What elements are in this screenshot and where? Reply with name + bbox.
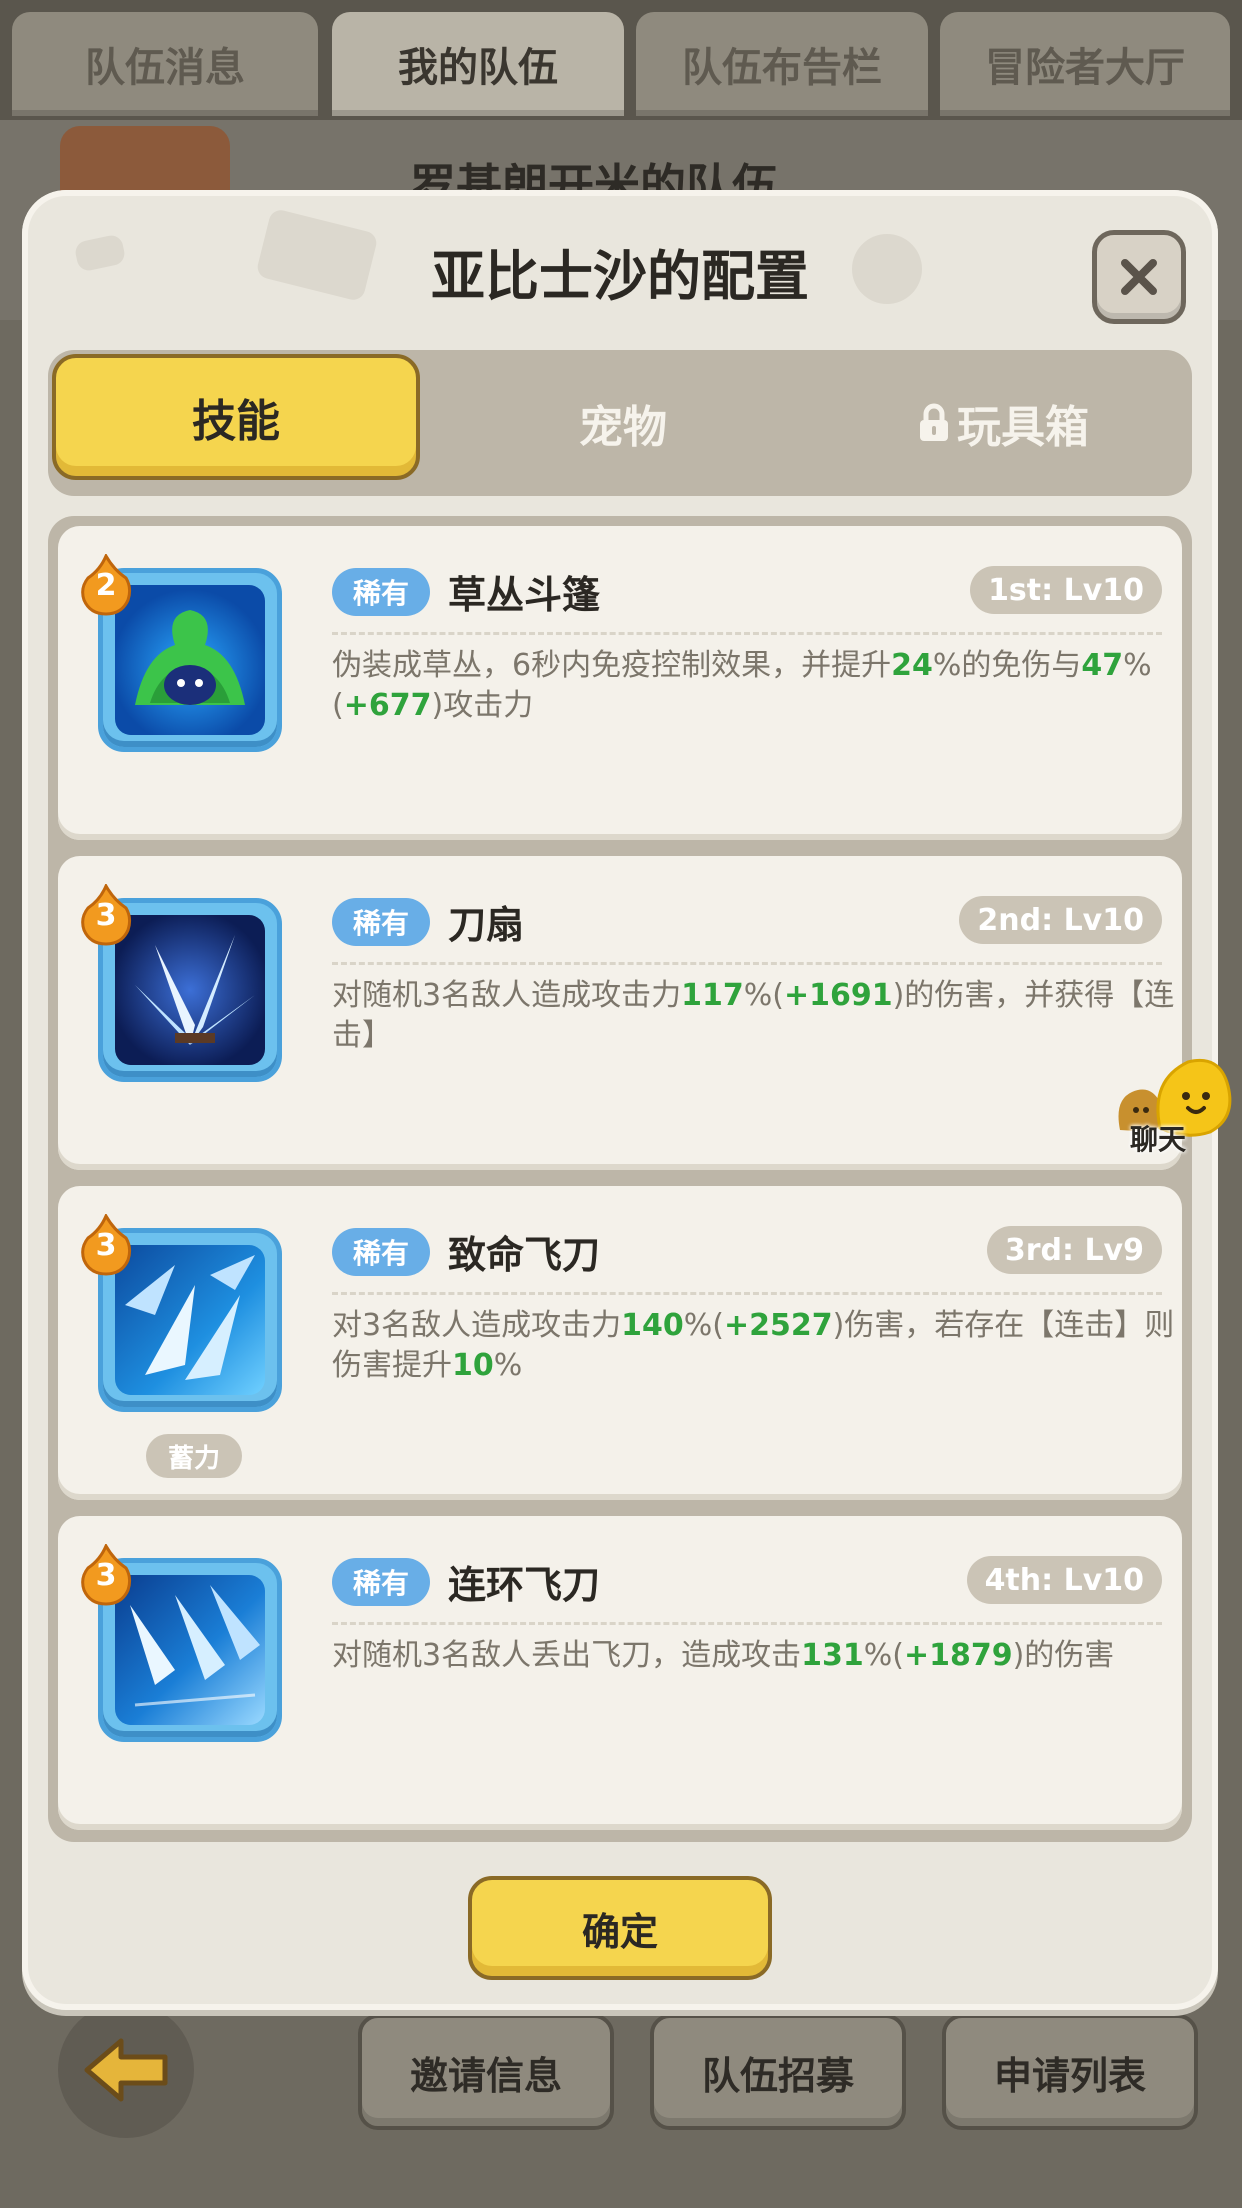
highlight-value: 117	[681, 978, 744, 1013]
description-text: %	[493, 1348, 523, 1383]
confirm-button[interactable]: 确定	[468, 1876, 772, 1980]
loadout-modal: 亚比士沙的配置 技能 宠物 玩具箱 2 稀有 草丛斗篷 1st: Lv10 伪装…	[22, 190, 1218, 2010]
slot-level-badge: 4th: Lv10	[966, 1556, 1162, 1604]
highlight-value: 10	[452, 1348, 494, 1383]
divider	[332, 1292, 1162, 1295]
tab-adventurer-hall[interactable]: 冒险者大厅	[940, 12, 1230, 116]
rarity-badge: 稀有	[332, 568, 430, 616]
lock-icon	[920, 403, 948, 441]
description-text: %(	[743, 978, 784, 1013]
tab-toybox-label: 玩具箱	[957, 402, 1089, 453]
skill-name: 致命飞刀	[448, 1233, 601, 1277]
skill-description: 对随机3名敌人丢出飞刀，造成攻击131%(+1879)的伤害	[332, 1636, 1178, 1676]
highlight-value: +1879	[903, 1638, 1013, 1673]
skill-name: 连环飞刀	[448, 1563, 601, 1607]
rarity-badge: 稀有	[332, 1228, 430, 1276]
chain-knives-icon	[115, 1575, 265, 1725]
level-flame-badge: 3	[80, 1212, 132, 1276]
skill-card[interactable]: 2 稀有 草丛斗篷 1st: Lv10 伪装成草丛，6秒内免疫控制效果，并提升2…	[58, 526, 1182, 840]
back-arrow-icon	[84, 2038, 168, 2102]
description-text: )的伤害	[1012, 1638, 1115, 1673]
rarity-badge: 稀有	[332, 1558, 430, 1606]
top-tab-bar: 队伍消息 我的队伍 队伍布告栏 冒险者大厅	[0, 0, 1242, 120]
charge-tag: 蓄力	[146, 1434, 242, 1478]
highlight-value: 24	[891, 648, 933, 683]
highlight-value: +2527	[723, 1308, 833, 1343]
level-flame-badge: 3	[80, 1542, 132, 1606]
skill-list: 2 稀有 草丛斗篷 1st: Lv10 伪装成草丛，6秒内免疫控制效果，并提升2…	[48, 516, 1192, 1842]
rarity-badge: 稀有	[332, 898, 430, 946]
level-flame-badge: 3	[80, 882, 132, 946]
slot-level-badge: 1st: Lv10	[970, 566, 1162, 614]
level-flame-badge: 2	[80, 552, 132, 616]
tab-team-bulletin[interactable]: 队伍布告栏	[636, 12, 928, 116]
bush-cloak-icon	[115, 585, 265, 735]
slot-level-badge: 2nd: Lv10	[959, 896, 1162, 944]
divider	[332, 962, 1162, 965]
tab-my-team[interactable]: 我的队伍	[332, 12, 624, 116]
close-button[interactable]	[1092, 230, 1186, 324]
invite-info-button[interactable]: 邀请信息	[358, 2014, 614, 2130]
description-text: 对随机3名敌人造成攻击力	[332, 978, 682, 1013]
blade-fan-icon	[115, 915, 265, 1065]
skill-name: 草丛斗篷	[448, 573, 601, 617]
skill-card[interactable]: 3 蓄力 稀有 致命飞刀 3rd: Lv9 对3名敌人造成攻击力140%(+25…	[58, 1186, 1182, 1500]
highlight-value: +1691	[783, 978, 893, 1013]
modal-title: 亚比士沙的配置	[431, 245, 809, 308]
lethal-knives-icon	[115, 1245, 265, 1395]
description-text: %(	[683, 1308, 724, 1343]
tab-team-messages[interactable]: 队伍消息	[12, 12, 318, 116]
description-text: %的免伤与	[932, 648, 1082, 683]
close-icon	[1121, 259, 1157, 295]
skill-name: 刀扇	[448, 903, 525, 947]
chat-label[interactable]: 聊天	[1130, 1118, 1186, 1158]
highlight-value: +677	[343, 688, 432, 723]
skill-description: 对3名敌人造成攻击力140%(+2527)伤害，若存在【连击】则伤害提升10%	[332, 1306, 1178, 1386]
highlight-value: 131	[801, 1638, 864, 1673]
highlight-value: 47	[1081, 648, 1124, 683]
description-text: %(	[863, 1638, 904, 1673]
slot-level-badge: 3rd: Lv9	[986, 1226, 1162, 1274]
description-text: )攻击力	[431, 688, 534, 723]
tab-pets[interactable]: 宠物	[438, 350, 808, 496]
application-list-button[interactable]: 申请列表	[942, 2014, 1198, 2130]
skill-description: 伪装成草丛，6秒内免疫控制效果，并提升24%的免伤与47%(+677)攻击力	[332, 646, 1178, 726]
divider	[332, 632, 1162, 635]
highlight-value: 140	[621, 1308, 684, 1343]
team-recruit-button[interactable]: 队伍招募	[650, 2014, 906, 2130]
description-text: 对随机3名敌人丢出飞刀，造成攻击	[332, 1638, 802, 1673]
divider	[332, 1622, 1162, 1625]
skill-card[interactable]: 3 稀有 刀扇 2nd: Lv10 对随机3名敌人造成攻击力117%(+1691…	[58, 856, 1182, 1170]
skill-description: 对随机3名敌人造成攻击力117%(+1691)的伤害，并获得【连击】	[332, 976, 1178, 1056]
description-text: 对3名敌人造成攻击力	[332, 1308, 622, 1343]
tab-skills[interactable]: 技能	[52, 354, 420, 480]
skill-card[interactable]: 3 稀有 连环飞刀 4th: Lv10 对随机3名敌人丢出飞刀，造成攻击131%…	[58, 1516, 1182, 1830]
tab-toybox[interactable]: 玩具箱	[818, 350, 1188, 496]
back-button[interactable]	[58, 2002, 194, 2138]
loadout-tab-bar: 技能 宠物 玩具箱	[48, 350, 1192, 496]
description-text: 伪装成草丛，6秒内免疫控制效果，并提升	[332, 648, 892, 683]
